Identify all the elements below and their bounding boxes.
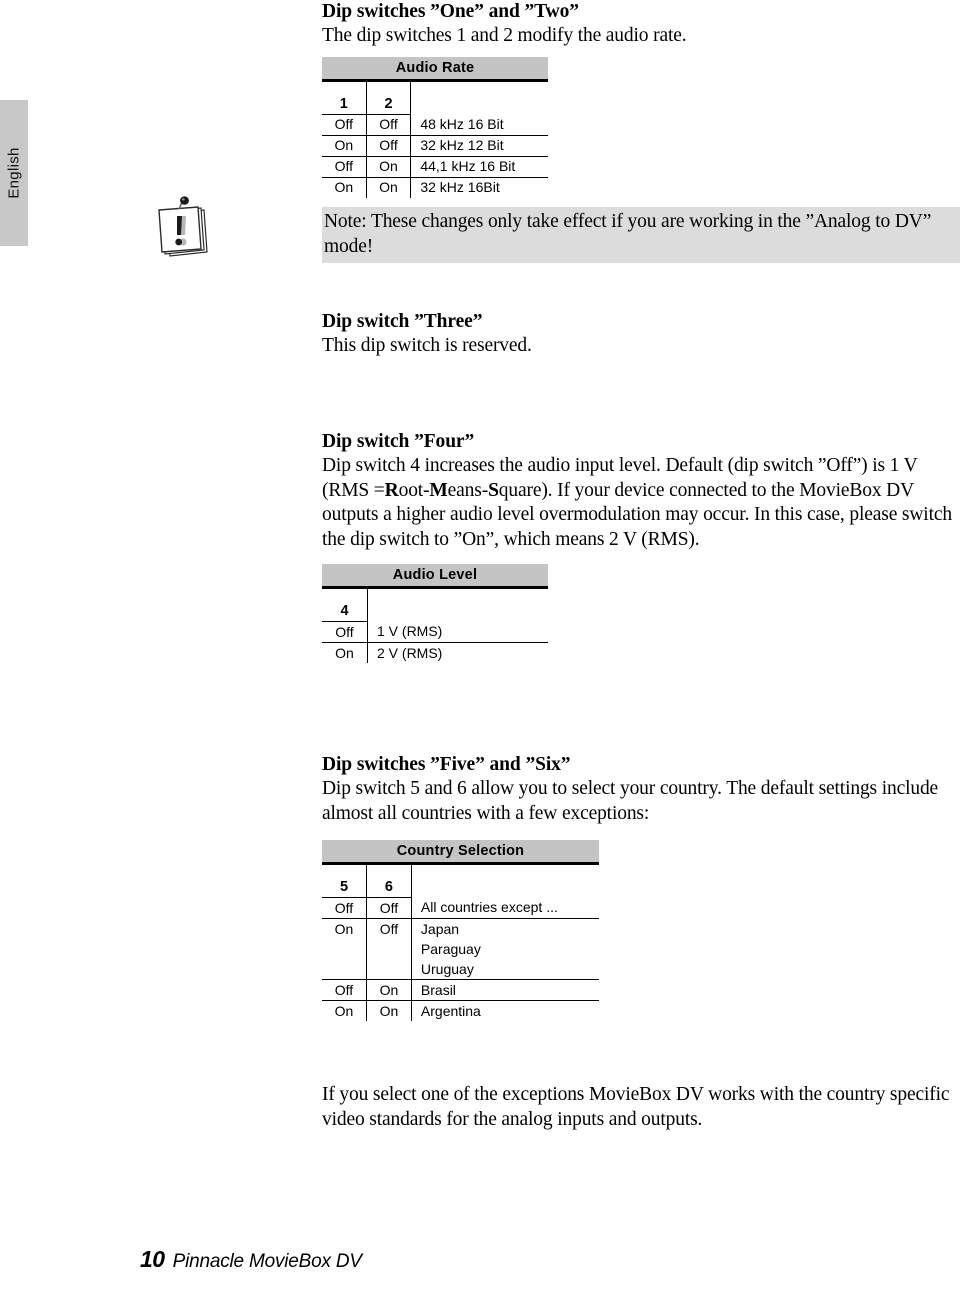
paragraph-dip-switch-four: Dip switch 4 increases the audio input l… (322, 454, 960, 552)
cell-switch-5 (322, 939, 367, 959)
table-row: Off On Brasil (322, 979, 599, 1001)
cell-value: 32 kHz 16Bit (420, 179, 500, 195)
table-header-row-audio-rate: 1 2 (322, 81, 548, 115)
table-row: On On 32 kHz 16Bit (322, 177, 548, 198)
table-caption-row: Audio Rate (322, 56, 548, 79)
cell-switch-5: Off (322, 979, 367, 1001)
cell-switch-6: Off (366, 897, 412, 919)
table-row: Off Off All countries except ... (322, 897, 599, 919)
table-header-row-country-selection: 5 6 (322, 865, 599, 898)
table-row: On 2 V (RMS) (322, 642, 548, 663)
page-content: Dip switches ”One” and ”Two” The dip swi… (322, 0, 960, 1132)
table-row: On Off Japan (322, 918, 599, 939)
language-tab-label: English (5, 147, 23, 199)
footer-page-number: 10 (140, 1246, 165, 1272)
heading-dip-switches-one-two: Dip switches ”One” and ”Two” (322, 1, 579, 22)
cell-value: Paraguay (420, 940, 481, 957)
cell-switch-6: On (366, 1000, 412, 1021)
paragraph-dip-switch-three: This dip switch is reserved. (322, 334, 532, 356)
heading-dip-switch-four: Dip switch ”Four” (322, 431, 475, 452)
cell-value: 48 kHz 16 Bit (410, 114, 548, 136)
table-header-row-audio-level: 4 (322, 589, 548, 622)
cell-switch-6 (366, 959, 412, 980)
paragraph-dip-switches-five-six: Dip switch 5 and 6 allow you to select y… (322, 778, 939, 824)
cell-value: Brasil (411, 979, 599, 1001)
cell-switch-1: Off (322, 114, 367, 136)
paragraph-four-eans: eans- (447, 479, 489, 501)
table-caption-row: Country Selection (322, 840, 599, 862)
note-text: Note: These changes only take effect if … (324, 211, 932, 257)
note-callout: Note: These changes only take effect if … (0, 196, 960, 276)
table-block-audio-rate: Audio Rate 1 2 Off Off 48 kHz 16 Bit On … (322, 56, 960, 198)
column-header-value (368, 589, 549, 622)
column-header-switch-5: 5 (322, 865, 367, 898)
cell-switch-5: On (322, 1000, 367, 1021)
table-country-selection: Country Selection 5 6 Off Off All countr… (322, 840, 599, 1021)
cell-value: Japan (420, 920, 460, 937)
footer-title: Pinnacle MovieBox DV (172, 1251, 362, 1272)
cell-switch-6: Off (366, 918, 412, 939)
table-row: Off Off 48 kHz 16 Bit (322, 114, 548, 136)
cell-value: All countries except ... (411, 897, 599, 919)
cell-switch-5: On (322, 918, 367, 939)
table-audio-rate: Audio Rate 1 2 Off Off 48 kHz 16 Bit On … (322, 56, 548, 198)
table-row: Off 1 V (RMS) (322, 621, 548, 643)
table-block-audio-level: Audio Level 4 Off 1 V (RMS) On 2 V (RMS) (322, 564, 960, 663)
cell-switch-6 (366, 939, 412, 959)
table-row: Uruguay (322, 959, 599, 980)
paragraph-closing: If you select one of the exceptions Movi… (322, 1084, 950, 1130)
cell-switch-4: Off (322, 621, 368, 643)
table-caption-country-selection: Country Selection (322, 840, 599, 862)
paragraph-dip-switches-one-two: The dip switches 1 and 2 modify the audi… (322, 25, 687, 46)
cell-switch-2: On (366, 177, 412, 198)
column-header-switch-6: 6 (366, 865, 412, 898)
column-header-switch-1: 1 (322, 81, 367, 115)
cell-value: Uruguay (411, 959, 599, 980)
paragraph-four-bold-m: M (429, 479, 448, 501)
table-caption-audio-level: Audio Level (322, 564, 548, 586)
cell-switch-5 (322, 959, 367, 980)
table-row: On On Argentina (322, 1000, 599, 1021)
heading-dip-switch-three: Dip switch ”Three” (322, 310, 483, 332)
column-header-value (411, 865, 599, 898)
cell-switch-2: On (366, 156, 412, 178)
cell-value: 2 V (RMS) (377, 644, 443, 661)
heading-dip-switches-five-six: Dip switches ”Five” and ”Six” (322, 754, 571, 775)
cell-switch-2: Off (366, 114, 412, 136)
table-row: On Off 32 kHz 12 Bit (322, 135, 548, 157)
cell-switch-1: On (322, 177, 367, 198)
table-block-country-selection: Country Selection 5 6 Off Off All countr… (322, 840, 960, 1021)
cell-switch-2: Off (366, 135, 412, 157)
cell-value: 44,1 kHz 16 Bit (410, 156, 548, 178)
column-header-switch-4: 4 (322, 589, 368, 622)
page-footer: 10 Pinnacle MovieBox DV (140, 1246, 362, 1273)
cell-switch-4: On (322, 642, 368, 663)
column-header-switch-2: 2 (366, 81, 412, 115)
table-row: Paraguay (322, 939, 599, 959)
cell-value: Argentina (420, 1002, 481, 1019)
cell-switch-6: On (366, 979, 412, 1001)
note-paper-exclamation-icon (152, 196, 216, 262)
table-audio-level: Audio Level 4 Off 1 V (RMS) On 2 V (RMS) (322, 564, 548, 663)
table-row: Off On 44,1 kHz 16 Bit (322, 156, 548, 178)
paragraph-four-oot: oot- (398, 479, 430, 501)
cell-switch-5: Off (322, 897, 367, 919)
cell-switch-1: On (322, 135, 367, 157)
cell-value: 1 V (RMS) (367, 621, 548, 643)
note-text-band: Note: These changes only take effect if … (322, 207, 960, 263)
table-caption-audio-rate: Audio Rate (322, 56, 548, 79)
cell-switch-1: Off (322, 156, 367, 178)
table-caption-row: Audio Level (322, 564, 548, 586)
cell-value: 32 kHz 12 Bit (410, 135, 548, 157)
paragraph-four-bold-r: R (384, 479, 399, 501)
paragraph-four-bold-s: S (488, 479, 499, 501)
column-header-value (411, 82, 548, 115)
